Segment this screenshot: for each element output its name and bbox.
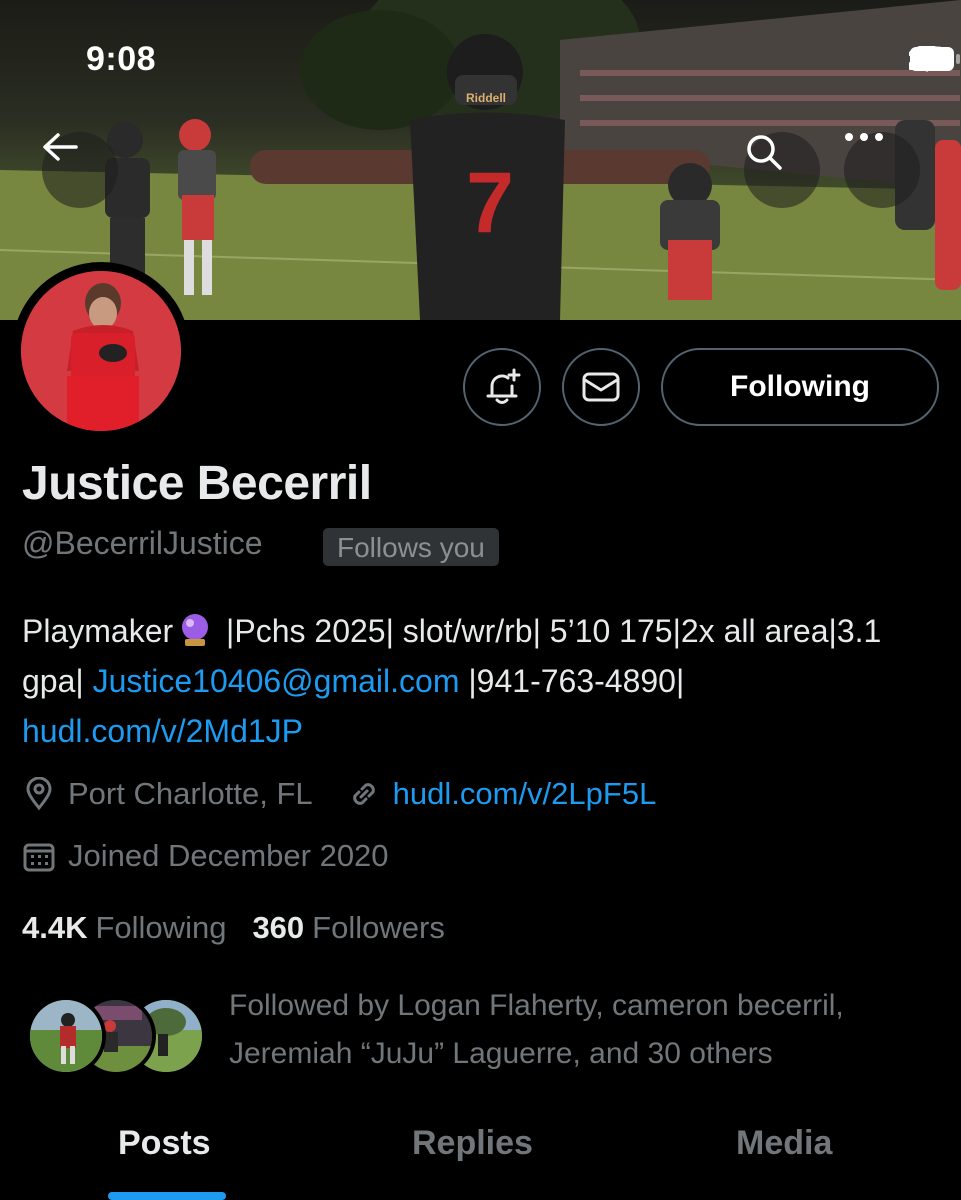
followed-by-avatars[interactable] bbox=[26, 996, 206, 1076]
arrow-left-icon bbox=[43, 133, 78, 161]
link-icon bbox=[347, 777, 381, 811]
profile-screen: Riddell 7 9:08 Following Justice Becerri… bbox=[0, 0, 961, 1200]
followed-by-line-1: Followed by Logan Flaherty, cameron bece… bbox=[229, 989, 844, 1022]
followers-label: Followers bbox=[312, 910, 445, 945]
location-pin-icon bbox=[22, 777, 56, 811]
follows-you-badge: Follows you bbox=[323, 528, 499, 566]
bio: Playmaker |Pchs 2025| slot/wr/rb| 5’10 1… bbox=[22, 606, 942, 756]
message-button[interactable] bbox=[562, 348, 640, 426]
more-options-button[interactable] bbox=[844, 132, 920, 208]
bio-hudl-link[interactable]: hudl.com/v/2Md1JP bbox=[22, 713, 303, 749]
jersey-number: 7 bbox=[466, 155, 514, 251]
bio-email-link[interactable]: Justice10406@gmail.com bbox=[93, 663, 460, 699]
joined-text: Joined December 2020 bbox=[68, 838, 389, 873]
search-button[interactable] bbox=[744, 132, 820, 208]
calendar-icon bbox=[22, 839, 56, 873]
ellipsis-icon bbox=[845, 133, 883, 141]
tab-replies[interactable]: Replies bbox=[412, 1124, 533, 1163]
bio-text-3: |941-763-4890| bbox=[459, 663, 685, 699]
bell-plus-icon bbox=[486, 368, 521, 404]
crystal-ball-emoji-icon bbox=[177, 612, 213, 648]
location-text: Port Charlotte, FL bbox=[68, 776, 313, 811]
search-icon bbox=[747, 135, 782, 170]
followers-count: 360 bbox=[252, 910, 305, 945]
notifications-button[interactable] bbox=[463, 348, 541, 426]
helmet-logo-text: Riddell bbox=[466, 91, 506, 105]
handle: @BecerrilJustice bbox=[22, 525, 263, 561]
followers-count-link[interactable]: 360 Followers bbox=[252, 910, 444, 946]
follower-avatar-1 bbox=[26, 996, 106, 1076]
profile-banner[interactable]: Riddell 7 9:08 bbox=[0, 0, 961, 320]
following-button[interactable]: Following bbox=[661, 348, 939, 426]
followed-by-line-2: Jeremiah “JuJu” Laguerre, and 30 others bbox=[229, 1037, 773, 1070]
avatar[interactable] bbox=[12, 262, 190, 440]
avatar-photo bbox=[21, 271, 181, 431]
bio-text-1: Playmaker bbox=[22, 613, 174, 649]
display-name: Justice Becerril bbox=[22, 457, 372, 510]
following-count-link[interactable]: 4.4K Following bbox=[22, 910, 226, 946]
active-tab-indicator bbox=[108, 1192, 226, 1200]
following-count: 4.4K bbox=[22, 910, 88, 945]
envelope-icon bbox=[582, 372, 620, 402]
back-button[interactable] bbox=[42, 132, 118, 208]
tab-posts[interactable]: Posts bbox=[118, 1124, 211, 1163]
status-time: 9:08 bbox=[86, 40, 157, 78]
joined-row: Joined December 2020 bbox=[22, 838, 389, 874]
followed-by-text[interactable]: Followed by Logan Flaherty, cameron bece… bbox=[229, 982, 929, 1078]
location-row: Port Charlotte, FL hudl.com/v/2LpF5L bbox=[22, 776, 656, 812]
website-link[interactable]: hudl.com/v/2LpF5L bbox=[393, 776, 657, 812]
follow-counts: 4.4K Following 360 Followers bbox=[22, 910, 445, 946]
battery-icon bbox=[910, 47, 960, 71]
tab-media[interactable]: Media bbox=[736, 1124, 832, 1163]
following-label: Following bbox=[95, 910, 227, 945]
